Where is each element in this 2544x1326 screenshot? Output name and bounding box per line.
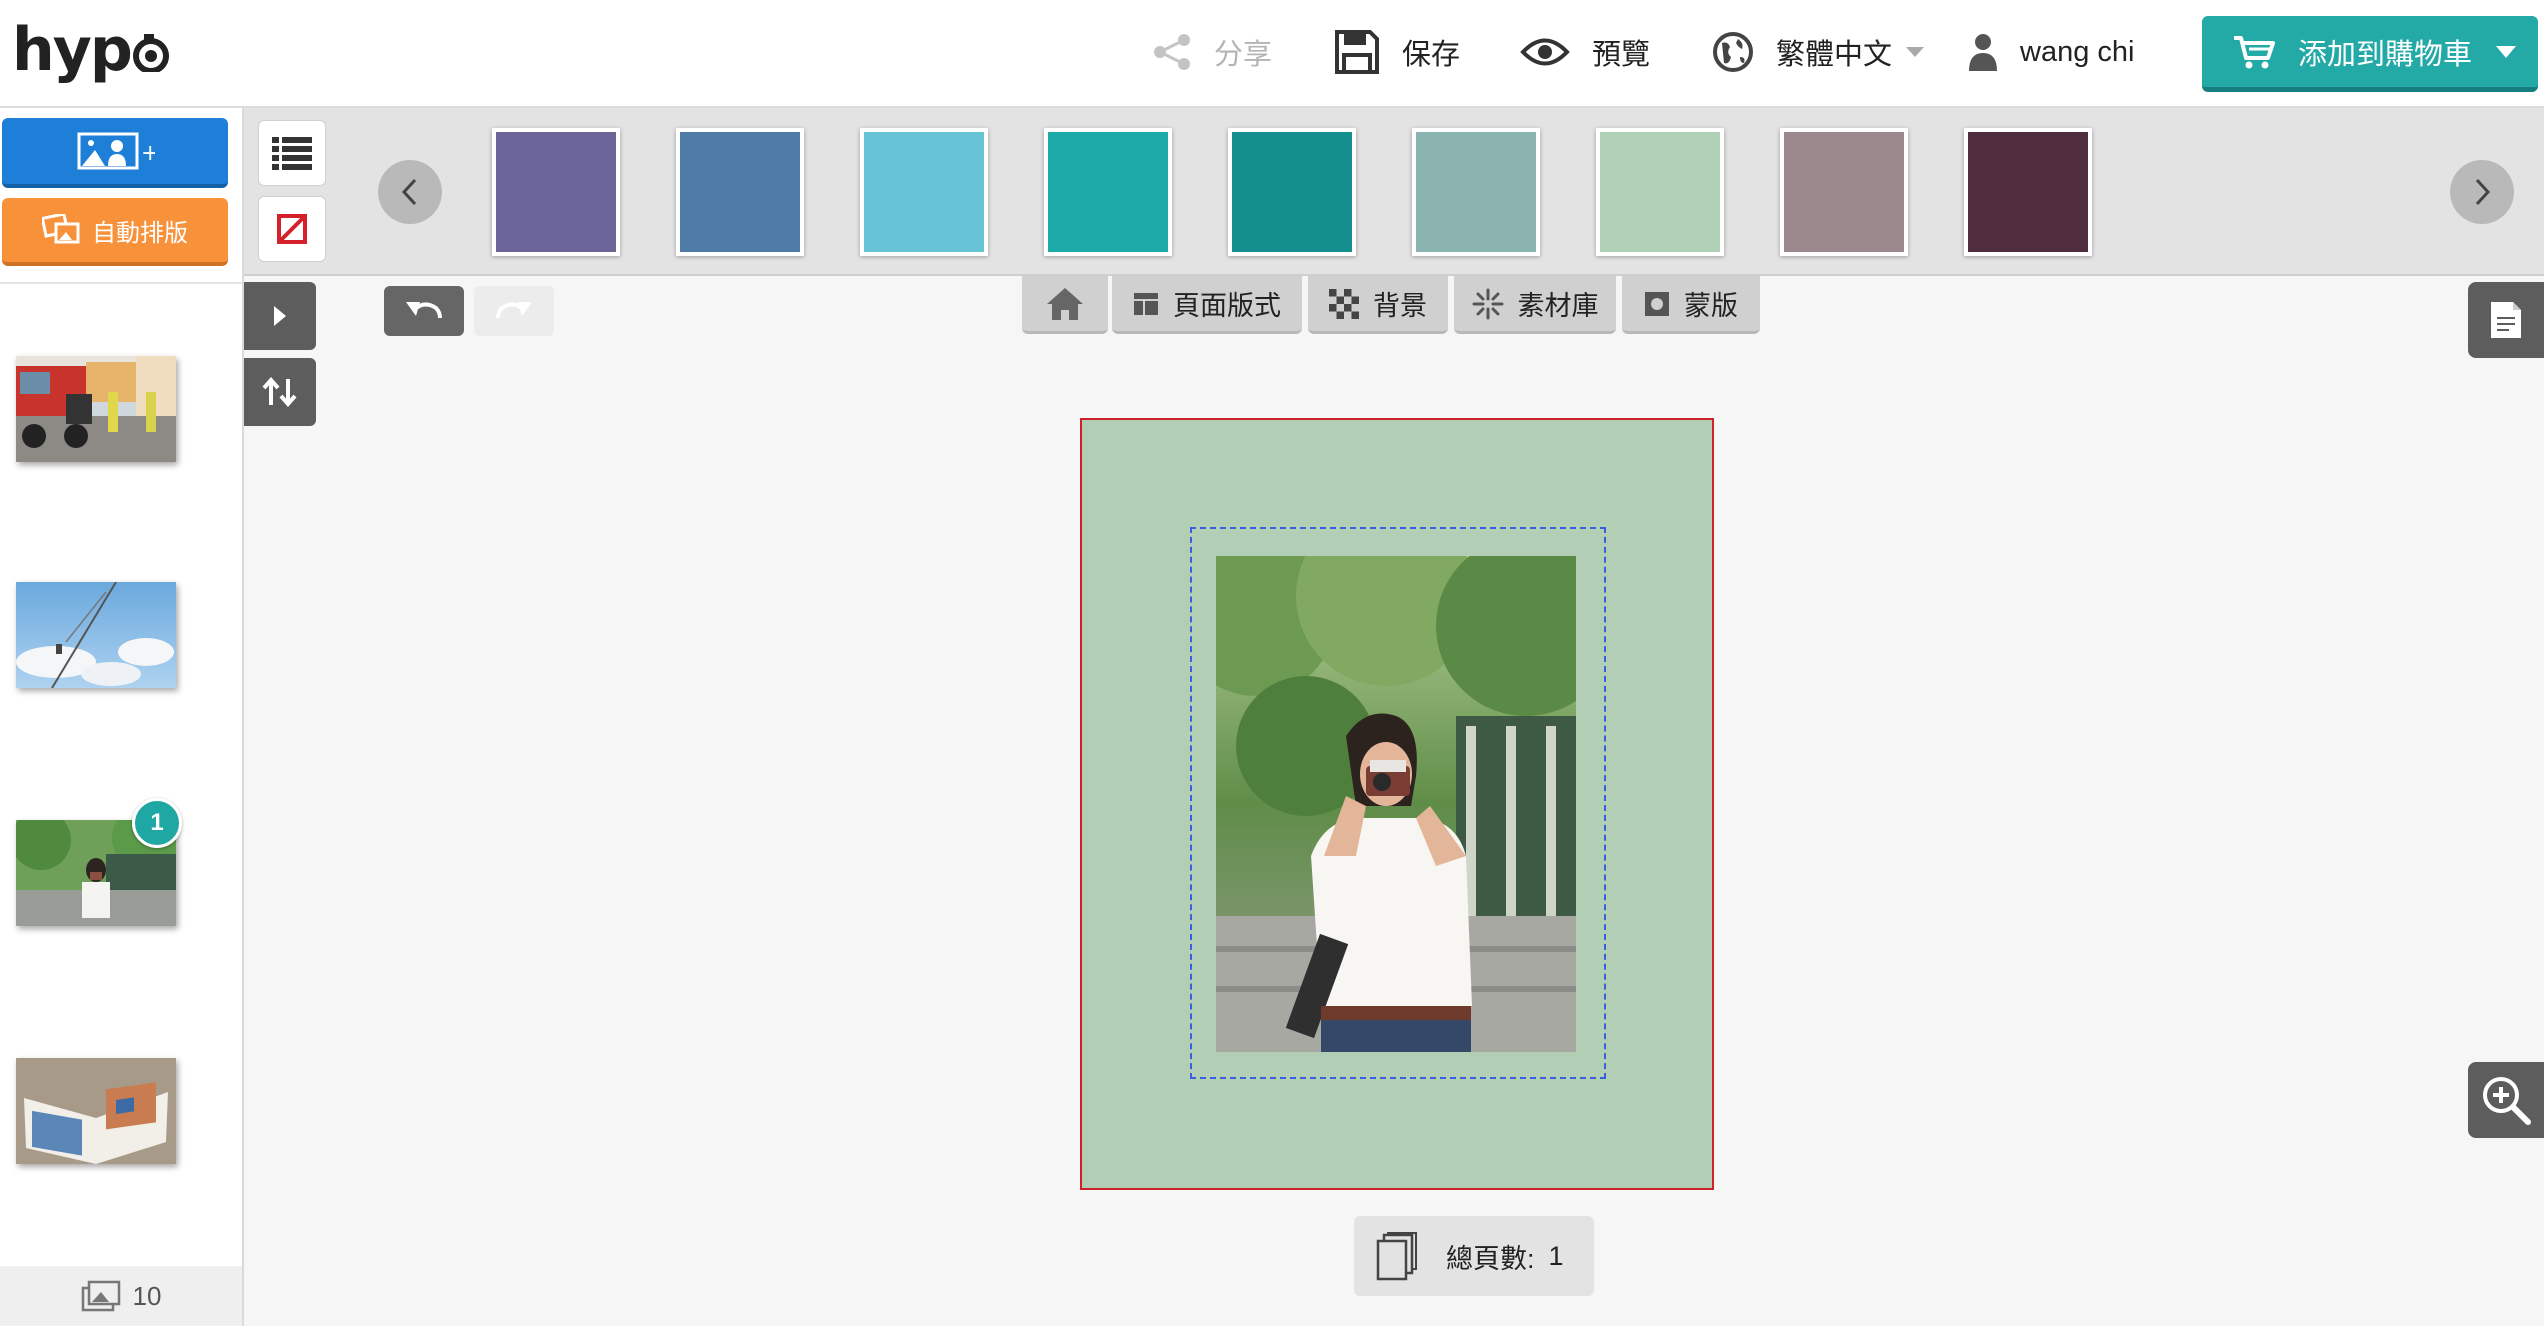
pages-stack-icon — [1376, 1232, 1417, 1281]
auto-layout-label: 自動排版 — [92, 219, 188, 247]
logo-text: hyp — [12, 15, 133, 85]
globe-icon — [1713, 32, 1753, 72]
swatch-next-button[interactable] — [2450, 160, 2514, 224]
color-swatch[interactable] — [860, 128, 988, 256]
chevron-left-icon — [401, 178, 417, 206]
photos-stack-icon — [81, 1280, 120, 1312]
checkerboard-icon — [1329, 288, 1359, 319]
auto-layout-button[interactable]: 自動排版 — [2, 198, 228, 266]
auto-layout-icon — [42, 214, 80, 244]
layout-icon — [1134, 292, 1158, 315]
photo-thumbnail-sky[interactable] — [16, 582, 176, 688]
color-swatch[interactable] — [1412, 128, 1540, 256]
color-swatch[interactable] — [676, 128, 804, 256]
tab-mask-label: 蒙版 — [1684, 291, 1738, 321]
user-menu[interactable]: wang chi — [1968, 24, 2134, 80]
usage-count-badge: 1 — [132, 798, 182, 848]
sidebar-divider — [0, 282, 242, 284]
save-label: 保存 — [1402, 39, 1461, 71]
notes-panel-button[interactable] — [2468, 282, 2544, 358]
placed-photo[interactable] — [1216, 556, 1576, 1052]
zoom-in-icon — [2483, 1077, 2531, 1125]
tab-materials[interactable]: 素材庫 — [1454, 276, 1616, 334]
chevron-down-icon — [1906, 47, 1925, 57]
photo-thumbnail-photobook[interactable] — [16, 1058, 176, 1164]
color-swatch[interactable] — [1780, 128, 1908, 256]
svg-text:+: + — [141, 141, 155, 166]
share-icon — [1154, 34, 1190, 70]
save-icon — [1335, 30, 1379, 74]
list-icon — [272, 137, 312, 170]
no-color-icon — [277, 214, 307, 244]
undo-button[interactable] — [384, 286, 464, 336]
preview-label: 預覽 — [1592, 39, 1651, 71]
eye-icon — [1520, 38, 1570, 66]
color-swatch[interactable] — [492, 128, 620, 256]
tab-page-layout-label: 頁面版式 — [1173, 291, 1281, 321]
tab-background[interactable]: 背景 — [1308, 276, 1448, 334]
photo-thumbnail-construction[interactable] — [16, 356, 176, 462]
tab-mask[interactable]: 蒙版 — [1622, 276, 1760, 334]
language-selector[interactable]: 繁體中文 — [1712, 24, 1925, 80]
share-button[interactable]: 分享 — [1152, 24, 1272, 80]
top-bar: hypo 分享 保存 預覽 — [0, 0, 2544, 108]
sort-arrows-icon — [262, 377, 297, 407]
tab-materials-label: 素材庫 — [1517, 291, 1599, 321]
mask-icon — [1645, 291, 1669, 316]
preview-button[interactable]: 預覽 — [1520, 24, 1650, 80]
open-photobook-photo — [16, 1058, 176, 1164]
tab-page-layout[interactable]: 頁面版式 — [1112, 276, 1302, 334]
cart-label: 添加到購物車 — [2298, 38, 2473, 71]
badge-count: 1 — [150, 809, 164, 836]
photo-sidebar: + 自動排版 1 10 — [0, 108, 244, 1326]
add-to-cart-button[interactable]: 添加到購物車 — [2202, 16, 2538, 92]
add-photo-button[interactable]: + — [2, 118, 228, 188]
color-swatch[interactable] — [1596, 128, 1724, 256]
logo[interactable]: hypo — [12, 14, 170, 86]
zoom-button[interactable] — [2468, 1062, 2544, 1138]
color-swatch[interactable] — [1044, 128, 1172, 256]
chevron-right-icon — [2475, 178, 2491, 206]
woman-with-camera-photo — [1216, 556, 1576, 1052]
photo-count-bar: 10 — [0, 1266, 242, 1326]
sort-button[interactable] — [244, 358, 316, 426]
no-background-button[interactable] — [258, 196, 326, 262]
total-pages-indicator: 總頁數: 1 — [1354, 1216, 1594, 1296]
redo-button[interactable] — [474, 286, 554, 336]
construction-truck-photo — [16, 356, 176, 462]
background-color-strip — [244, 108, 2544, 276]
cart-dropdown-caret-icon[interactable] — [2496, 46, 2516, 58]
swatch-prev-button[interactable] — [378, 160, 442, 224]
user-icon — [1969, 34, 1997, 71]
play-arrow-icon — [274, 306, 286, 326]
photo-count-value: 10 — [132, 1280, 162, 1311]
home-icon — [1047, 287, 1083, 320]
total-pages-label: 總頁數: — [1446, 1243, 1535, 1274]
redo-icon — [496, 302, 532, 319]
sparkle-icon — [1472, 288, 1503, 319]
total-pages-value: 1 — [1548, 1240, 1564, 1271]
share-label: 分享 — [1214, 39, 1273, 71]
expand-panel-button[interactable] — [244, 282, 316, 350]
user-name: wang chi — [2020, 35, 2135, 68]
save-button[interactable]: 保存 — [1334, 24, 1460, 80]
cart-icon — [2234, 35, 2275, 68]
document-icon — [2491, 302, 2521, 338]
language-label: 繁體中文 — [1776, 39, 1893, 71]
sky-crane-photo — [16, 582, 176, 688]
tab-home[interactable] — [1022, 276, 1108, 334]
color-swatch[interactable] — [1228, 128, 1356, 256]
tab-background-label: 背景 — [1373, 291, 1427, 321]
color-swatch[interactable] — [1964, 128, 2092, 256]
add-photo-icon: + — [77, 132, 155, 170]
logo-camera-icon — [133, 34, 169, 72]
list-view-button[interactable] — [258, 120, 326, 186]
undo-icon — [406, 302, 442, 319]
